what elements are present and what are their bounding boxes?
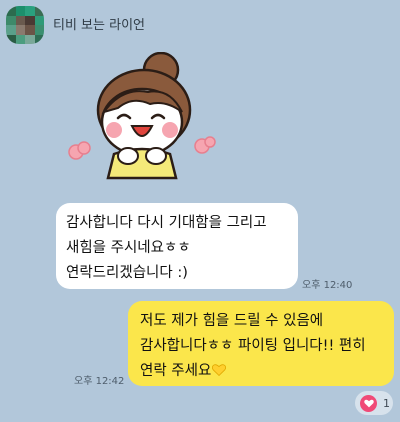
message-line: 저도 제가 힘을 드릴 수 있음에: [140, 313, 324, 329]
reaction-badge[interactable]: 1: [355, 391, 393, 415]
message-timestamp: 오후 12:40: [302, 280, 353, 291]
message-line: 연락 주세요: [140, 363, 212, 379]
outgoing-message-bubble[interactable]: 저도 제가 힘을 드릴 수 있음에 감사합니다ㅎㅎ 파이팅 입니다!! 편히 연…: [128, 301, 394, 386]
reaction-heart-circle: [360, 394, 377, 412]
heart-icon: [363, 399, 374, 407]
yellow-heart-icon: [212, 364, 227, 376]
message-line: 새힘을 주시네요ㅎㅎ: [66, 240, 191, 256]
reaction-count: 1: [383, 396, 390, 410]
message-line-with-icon: 연락 주세요: [140, 359, 382, 384]
sender-name: 티비 보는 라이언: [53, 18, 145, 33]
message-line: 감사합니다ㅎㅎ 파이팅 입니다!! 편히: [140, 338, 366, 354]
message-line: 연락드리겠습니다 :): [66, 265, 188, 281]
incoming-message-bubble[interactable]: 감사합니다 다시 기대함을 그리고 새힘을 주시네요ㅎㅎ 연락드리겠습니다 :): [56, 203, 298, 289]
message-timestamp: 오후 12:42: [74, 376, 125, 387]
message-line: 감사합니다 다시 기대함을 그리고: [66, 215, 267, 231]
sender-avatar[interactable]: [6, 6, 44, 44]
girl-sticker-image: [68, 52, 216, 180]
